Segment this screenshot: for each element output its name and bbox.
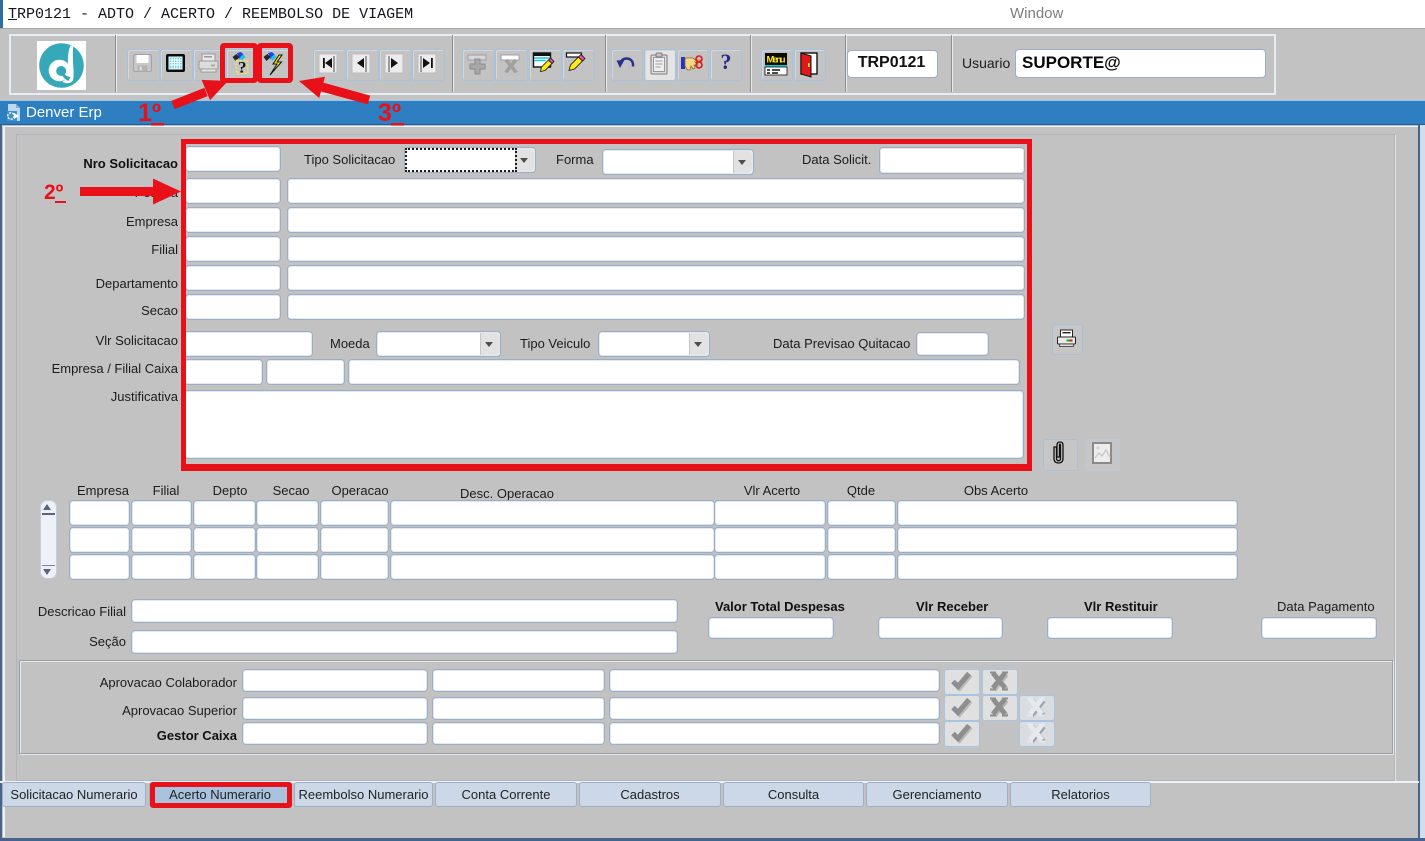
svg-text:Menu: Menu <box>767 55 786 66</box>
